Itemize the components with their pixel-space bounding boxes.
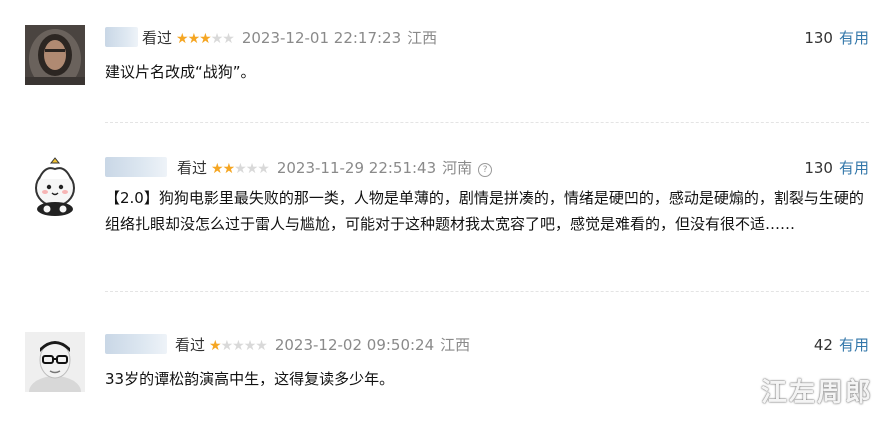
comment-list: 看过 ★★★★★ 2023-12-01 22:17:23 江西 130 有用 建议片名改…	[0, 0, 887, 427]
watch-status: 看过	[142, 29, 173, 47]
star-icon: ★	[232, 338, 245, 354]
useful-button[interactable]: 有用	[839, 29, 869, 47]
rating-stars: ★★★★★	[211, 157, 270, 181]
avatar-image	[25, 157, 85, 217]
star-icon: ★	[220, 338, 234, 354]
star-icon: ★	[245, 161, 259, 177]
star-icon: ★	[222, 31, 235, 47]
avatar-image	[25, 25, 85, 85]
star-icon: ★	[210, 31, 224, 47]
comment-time: 2023-11-29 22:51:43	[276, 159, 437, 177]
star-icon: ★	[222, 161, 236, 177]
star-icon: ★	[199, 31, 212, 47]
divider	[105, 122, 869, 123]
comment-time: 2023-12-01 22:17:23	[241, 29, 402, 47]
vote-area: 42 有用	[814, 333, 869, 357]
comment-time: 2023-12-02 09:50:24	[274, 336, 435, 354]
question-circle-icon[interactable]: ?	[478, 163, 493, 177]
comment-region: 江西	[440, 336, 471, 354]
watermark: 江左周郎	[760, 378, 873, 408]
star-icon: ★	[176, 31, 189, 47]
username[interactable]	[105, 27, 138, 47]
avatar[interactable]	[25, 332, 85, 392]
comment-meta: 看过 ★★★★★ 2023-11-29 22:51:43 河南? 130 有用	[105, 156, 869, 180]
avatar[interactable]	[25, 25, 85, 85]
star-icon: ★	[257, 161, 270, 177]
star-icon: ★	[255, 338, 268, 354]
vote-count: 130	[804, 29, 833, 47]
vote-count: 42	[813, 336, 833, 354]
star-icon: ★	[234, 161, 247, 177]
divider	[105, 291, 869, 292]
avatar-image	[25, 332, 85, 392]
username[interactable]	[105, 334, 167, 354]
comment-meta: 看过 ★★★★★ 2023-12-02 09:50:24 江西 42 有用	[105, 333, 869, 357]
vote-area: 130 有用	[804, 156, 869, 180]
comment-region: 河南	[442, 159, 473, 177]
comment-meta: 看过 ★★★★★ 2023-12-01 22:17:23 江西 130 有用	[105, 26, 869, 50]
comment-text: 33岁的谭松韵演高中生，这得复读多少年。	[105, 370, 395, 388]
star-icon: ★	[187, 31, 201, 47]
useful-button[interactable]: 有用	[839, 159, 869, 177]
username[interactable]	[105, 157, 167, 177]
rating-stars: ★★★★★	[209, 334, 268, 358]
avatar[interactable]	[25, 157, 85, 217]
rating-stars: ★★★★★	[176, 27, 235, 51]
star-icon: ★	[243, 338, 257, 354]
useful-button[interactable]: 有用	[839, 336, 869, 354]
vote-area: 130 有用	[804, 26, 869, 50]
comment-region: 江西	[407, 29, 438, 47]
watch-status: 看过	[177, 159, 208, 177]
vote-count: 130	[804, 159, 833, 177]
watch-status: 看过	[175, 336, 206, 354]
comment-text: 建议片名改成“战狗”。	[105, 63, 256, 81]
star-icon: ★	[209, 338, 222, 354]
comment-text: 【2.0】狗狗电影里最失败的那一类，人物是单薄的，剧情是拼凑的，情绪是硬凹的，感…	[105, 189, 864, 233]
star-icon: ★	[211, 161, 224, 177]
